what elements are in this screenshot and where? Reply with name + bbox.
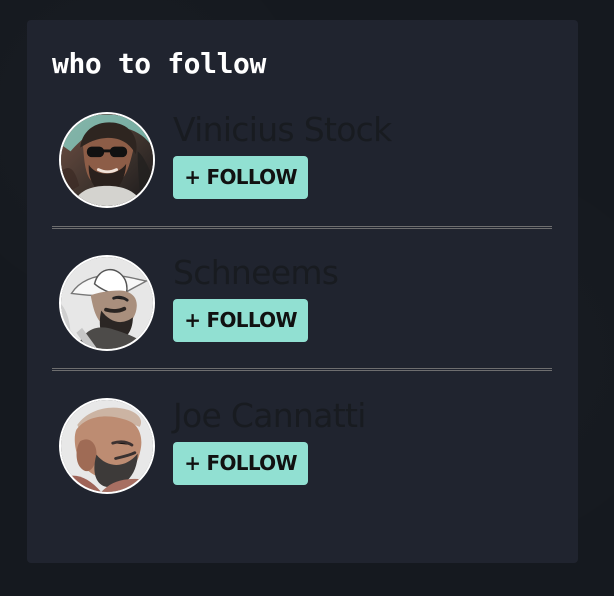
follow-suggestion-row: Schneems + FOLLOW [57,253,550,355]
follow-button[interactable]: + FOLLOW [173,299,308,342]
avatar-photo-icon [61,114,153,206]
follow-suggestion-row: Vinicius Stock + FOLLOW [57,110,550,212]
user-avatar[interactable] [59,255,155,351]
follow-suggestion-row: Joe Cannatti + FOLLOW [57,396,550,498]
user-name[interactable]: Schneems [173,253,339,293]
row-divider [52,368,552,371]
follow-button[interactable]: + FOLLOW [173,156,308,199]
row-divider [52,226,552,229]
card-title: who to follow [52,47,266,80]
user-avatar[interactable] [59,398,155,494]
follow-button[interactable]: + FOLLOW [173,442,308,485]
avatar-photo-icon [61,400,153,492]
user-avatar[interactable] [59,112,155,208]
user-name[interactable]: Joe Cannatti [173,396,366,436]
who-to-follow-card: who to follow Vinicius Stock + FOLLOW Sc… [27,20,578,563]
user-name[interactable]: Vinicius Stock [173,110,392,150]
avatar-photo-icon [61,257,153,349]
